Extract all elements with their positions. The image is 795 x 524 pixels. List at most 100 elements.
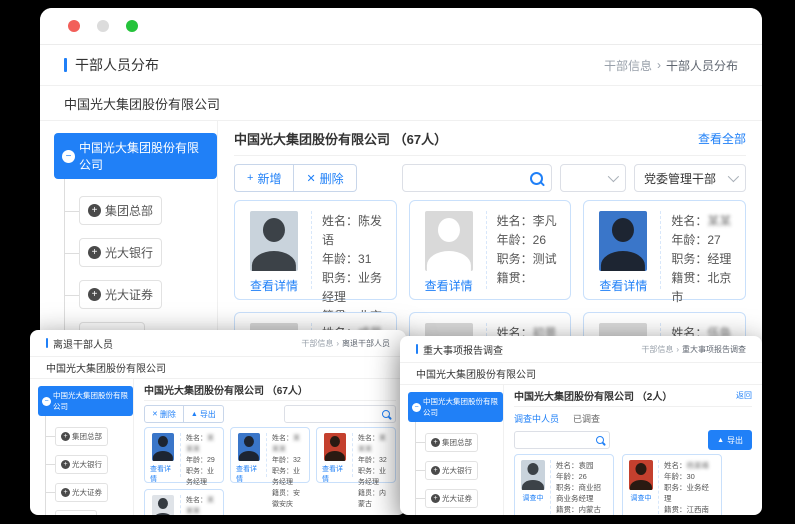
expand-icon[interactable]: + <box>88 246 101 259</box>
person-card: 查看详情 姓名：陈发语 年龄：31 职务：业务经理 籍贯：北京市 <box>234 200 397 300</box>
export-button[interactable]: ▲导出 <box>184 405 224 423</box>
person-photo-placeholder <box>425 211 473 271</box>
person-card: 查看详情 姓名：某某某 年龄：29 职务：业务经理 籍贯：海南 <box>144 427 224 483</box>
investigating-link[interactable]: 调查中 <box>631 493 652 503</box>
breadcrumb: 干部信息 › 重大事项报告调查 <box>641 344 746 355</box>
tree-root-node[interactable]: − 中国光大集团股份有限公司 <box>38 386 133 416</box>
cadre-type-select[interactable]: 党委管理干部 <box>634 164 746 192</box>
close-window-button[interactable] <box>68 20 80 32</box>
breadcrumb: 干部信息 › 离退干部人员 <box>301 338 390 349</box>
person-photo <box>324 433 346 461</box>
toolbar: ✕删除 ▲导出 <box>144 405 396 423</box>
expand-icon[interactable]: + <box>431 494 440 503</box>
person-card: 查看详情 姓名：某某某 年龄：32 职务：业务经理 籍贯：内蒙古 <box>316 427 396 483</box>
search-input[interactable] <box>290 409 382 420</box>
tree-root-node[interactable]: − 中国光大集团股份有限公司 <box>54 133 217 179</box>
tree-item-group-hq[interactable]: +集团总部 <box>425 433 478 452</box>
expand-icon[interactable]: + <box>88 204 101 217</box>
delete-button[interactable]: ✕删除 <box>144 405 184 423</box>
tree-item-securities[interactable]: +光大证券 <box>55 483 108 502</box>
person-card: 调查中 姓名：杨某峰 年龄：30 职务：业务经理 籍贯：江西南昌 <box>622 454 722 515</box>
person-photo <box>238 433 260 461</box>
view-all-link[interactable]: 查看全部 <box>698 130 746 147</box>
expand-icon[interactable]: + <box>431 466 440 475</box>
person-card: 调查中 姓名：袁园 年龄：26 职务：商业招商业务经理 籍贯：内蒙古 <box>514 454 614 515</box>
view-detail-link[interactable]: 查看详情 <box>425 277 473 294</box>
page-title: 离退干部人员 <box>46 336 113 351</box>
breadcrumb-separator-icon: › <box>336 339 339 348</box>
tree-item-group-hq[interactable]: +集团总部 <box>55 427 108 446</box>
person-job: 测试 <box>533 252 557 266</box>
tree-item-group-hq[interactable]: +集团总部 <box>79 196 162 225</box>
page-title: 重大事项报告调查 <box>416 342 503 357</box>
person-card: 查看详情 姓名：李凡 年龄：26 职务：测试 籍贯： <box>409 200 572 300</box>
expand-icon[interactable]: + <box>61 432 70 441</box>
tab-under-investigation[interactable]: 调查中人员 <box>514 412 559 425</box>
expand-icon[interactable]: + <box>88 288 101 301</box>
view-detail-link[interactable]: 查看详情 <box>236 464 262 484</box>
toolbar: +新增 ✕删除 党委管理干部 <box>234 164 746 192</box>
person-age: 26 <box>533 233 546 247</box>
export-icon: ▲ <box>191 411 198 418</box>
window-titlebar <box>40 8 762 45</box>
tree-item-securities[interactable]: +光大证券 <box>79 280 162 309</box>
toolbar: ▲导出 <box>514 430 752 450</box>
tree-item-bank[interactable]: +光大银行 <box>425 461 478 480</box>
breadcrumb-separator-icon: › <box>676 345 679 354</box>
org-tree: − 中国光大集团股份有限公司 +集团总部 +光大银行 +光大证券 光大永明 光大… <box>30 379 134 515</box>
page-title: 干部人员分布 <box>64 55 159 75</box>
search-icon[interactable] <box>596 436 604 444</box>
filter-select-empty[interactable] <box>560 164 626 192</box>
company-title: 中国光大集团股份有限公司 <box>40 86 762 121</box>
company-title: 中国光大集团股份有限公司 <box>400 363 762 385</box>
minimize-window-button[interactable] <box>97 20 109 32</box>
person-photo <box>521 460 545 490</box>
export-button[interactable]: ▲导出 <box>708 430 752 450</box>
person-job: 经理 <box>707 252 731 266</box>
investigating-link[interactable]: 调查中 <box>523 493 544 503</box>
status-tabs: 调查中人员 已调查 <box>514 410 752 426</box>
search-box <box>514 431 610 449</box>
expand-icon[interactable]: + <box>61 488 70 497</box>
search-box <box>402 164 552 192</box>
tree-item-securities[interactable]: +光大证券 <box>425 489 478 508</box>
expand-icon[interactable]: + <box>61 460 70 469</box>
retired-cadre-window: 离退干部人员 干部信息 › 离退干部人员 中国光大集团股份有限公司 − 中国光大… <box>30 330 406 515</box>
tab-investigated[interactable]: 已调查 <box>573 412 600 425</box>
search-box <box>284 405 396 423</box>
tree-item-bank[interactable]: +光大银行 <box>79 238 162 267</box>
back-link[interactable]: 返回 <box>736 390 752 401</box>
view-detail-link[interactable]: 查看详情 <box>250 277 298 294</box>
breadcrumb-current: 干部人员分布 <box>666 57 738 74</box>
collapse-icon[interactable]: − <box>62 150 75 163</box>
org-tree: − 中国光大集团股份有限公司 +集团总部 +光大银行 +光大证券 光大永明 光大… <box>400 385 504 515</box>
search-icon[interactable] <box>382 410 390 418</box>
tree-item-bank[interactable]: +光大银行 <box>55 455 108 474</box>
person-name: 李凡 <box>533 214 557 228</box>
export-icon: ▲ <box>717 437 724 444</box>
person-age: 27 <box>707 233 720 247</box>
search-input[interactable] <box>520 435 596 446</box>
person-card-grid: 调查中 姓名：袁园 年龄：26 职务：商业招商业务经理 籍贯：内蒙古 调查中 <box>514 454 752 515</box>
add-button[interactable]: +新增 <box>234 164 294 192</box>
delete-button[interactable]: ✕删除 <box>294 164 356 192</box>
person-photo <box>152 495 174 515</box>
tree-item-yongming[interactable]: 光大永明 <box>55 510 97 515</box>
tree-root-node[interactable]: − 中国光大集团股份有限公司 <box>408 392 503 422</box>
search-input[interactable] <box>411 170 530 186</box>
view-detail-link[interactable]: 查看详情 <box>150 464 176 484</box>
breadcrumb-parent[interactable]: 干部信息 <box>604 57 652 74</box>
panel-company-count: 中国光大集团股份有限公司 （67人） <box>234 129 447 148</box>
panel-company-count: 中国光大集团股份有限公司 （2人） <box>514 388 672 403</box>
view-detail-link[interactable]: 查看详情 <box>322 464 348 484</box>
fullscreen-window-button[interactable] <box>126 20 138 32</box>
view-detail-link[interactable]: 查看详情 <box>599 277 647 294</box>
collapse-icon[interactable]: − <box>42 397 51 406</box>
major-event-report-window: 重大事项报告调查 干部信息 › 重大事项报告调查 中国光大集团股份有限公司 − … <box>400 336 762 515</box>
company-title: 中国光大集团股份有限公司 <box>30 357 406 379</box>
breadcrumb: 干部信息 › 干部人员分布 <box>604 57 738 74</box>
expand-icon[interactable]: + <box>431 438 440 447</box>
person-card: 查看详情 姓名：某某某 年龄：36 职务：业务经理 籍贯：上海 <box>144 489 224 515</box>
collapse-icon[interactable]: − <box>412 403 421 412</box>
search-icon[interactable] <box>530 172 543 185</box>
